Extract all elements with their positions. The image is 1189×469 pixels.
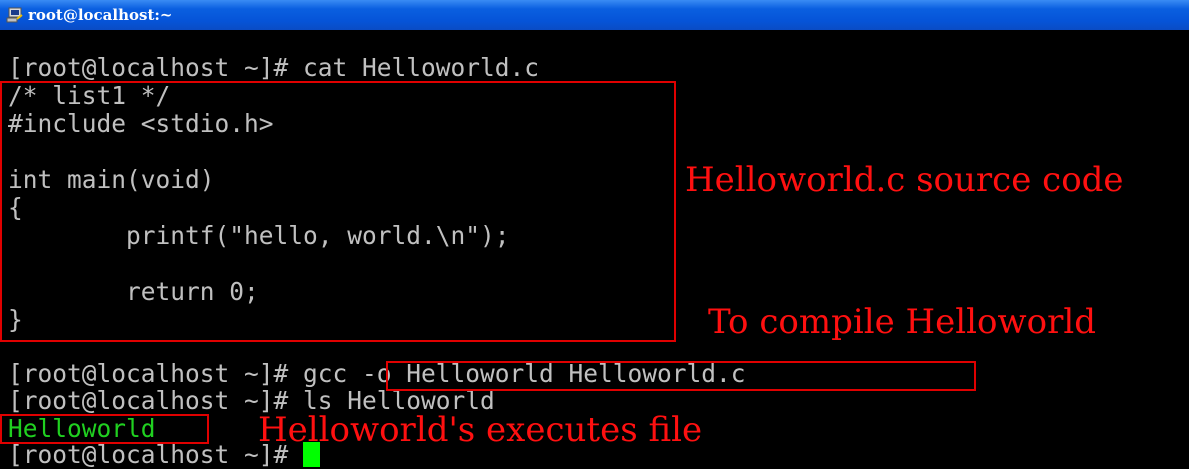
terminal-screen[interactable]: [root@localhost ~]# cat Helloworld.c /* … (0, 30, 1189, 469)
compile-command-highlight-box (386, 361, 976, 391)
source-code-annotation: Helloworld.c source code (685, 160, 1124, 200)
executable-highlight-box (0, 414, 209, 444)
window-title: root@localhost:~ (28, 6, 173, 24)
putty-icon (6, 7, 23, 23)
executable-annotation: Helloworld's executes file (258, 410, 703, 450)
compile-annotation: To compile Helloworld (708, 302, 1096, 342)
source-code-highlight-box (0, 81, 676, 342)
window-titlebar[interactable]: root@localhost:~ (0, 0, 1189, 30)
terminal-line: [root@localhost ~]# cat Helloworld.c (8, 53, 540, 82)
